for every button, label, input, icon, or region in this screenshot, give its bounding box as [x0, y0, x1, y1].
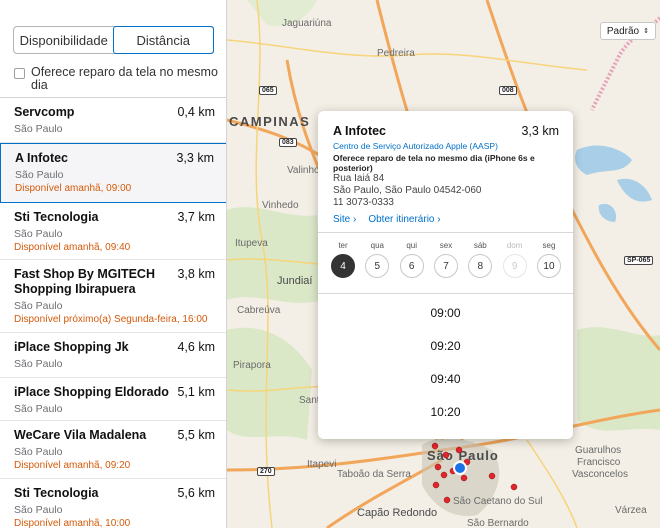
popup-city: São Paulo, São Paulo 04542-060 [333, 185, 482, 196]
store-city: São Paulo [14, 504, 63, 516]
popup-divider [318, 232, 573, 233]
store-list-item[interactable]: iPlace Shopping Eldorado 5,1 km São Paulo [0, 378, 226, 421]
same-day-repair-checkbox[interactable] [14, 68, 25, 79]
store-list-item[interactable]: WeCare Vila Madalena 5,5 km São Paulo Dis… [0, 421, 226, 479]
store-pin [510, 483, 518, 491]
day-option[interactable]: seg 10 [536, 241, 561, 278]
day-name: sáb [473, 241, 487, 250]
store-pin [442, 451, 450, 459]
day-name: qui [406, 241, 417, 250]
store-name: Fast Shop By MGITECH Shopping Ibirapuera [14, 267, 155, 296]
day-name: dom [506, 241, 523, 250]
store-pin [488, 472, 496, 480]
day-number[interactable]: 4 [331, 254, 355, 278]
day-name: sex [439, 241, 453, 250]
popup-repair-note: Oferece reparo de tela no mesmo dia (iPh… [333, 153, 535, 173]
day-number[interactable]: 5 [365, 254, 390, 278]
tab-availability[interactable]: Disponibilidade [14, 27, 114, 53]
sort-segmented-control: Disponibilidade Distância [13, 26, 214, 54]
store-list-item[interactable]: Sti Tecnologia 3,7 km São Paulo Disponíve… [0, 203, 226, 260]
store-list-item[interactable]: Sti Tecnologia 5,6 km São Paulo Disponíve… [0, 479, 226, 528]
store-distance: 5,1 km [177, 385, 215, 399]
popup-store-name: A Infotec [333, 124, 387, 138]
store-availability: Disponível amanhã, 09:00 [15, 183, 132, 194]
day-name: seg [542, 241, 556, 250]
day-number: 9 [502, 254, 527, 278]
store-pin [443, 496, 451, 504]
store-city: São Paulo [14, 403, 63, 415]
store-name: A Infotec [15, 151, 69, 165]
day-number[interactable]: 6 [399, 254, 424, 278]
store-availability: Disponível amanhã, 09:20 [14, 460, 131, 471]
popup-store-type: Centro de Serviço Autorizado Apple (AASP… [333, 141, 498, 151]
time-slot[interactable]: 09:00 [318, 296, 573, 329]
store-city: São Paulo [14, 300, 63, 312]
store-list-item[interactable]: Servcomp 0,4 km São Paulo [0, 98, 226, 143]
store-pin [431, 442, 439, 450]
store-name: WeCare Vila Madalena [14, 428, 147, 442]
store-name: Sti Tecnologia [14, 210, 99, 224]
store-pin [460, 474, 468, 482]
store-city: São Paulo [14, 358, 63, 370]
day-number[interactable]: 10 [536, 254, 561, 278]
store-city: São Paulo [14, 228, 63, 240]
map-type-select[interactable]: Padrão ⇕ [599, 22, 656, 40]
time-slot[interactable]: 09:40 [318, 362, 573, 395]
same-day-repair-label: Oferece reparo da tela no mesmo dia [31, 65, 218, 92]
store-name: iPlace Shopping Jk [14, 340, 129, 354]
store-pin [434, 463, 442, 471]
store-name: Sti Tecnologia [14, 486, 99, 500]
tab-distance[interactable]: Distância [112, 26, 214, 54]
day-option[interactable]: qua 5 [365, 241, 390, 278]
store-list-item[interactable]: Fast Shop By MGITECH Shopping Ibirapuera… [0, 260, 226, 333]
store-distance: 0,4 km [177, 105, 215, 119]
day-option[interactable]: sáb 8 [468, 241, 493, 278]
store-city: São Paulo [14, 446, 63, 458]
store-distance: 3,8 km [177, 267, 215, 281]
day-picker: ter 4 qua 5 qui 6 sex 7 sáb 8 dom 9 seg 10 [331, 241, 561, 278]
store-name: iPlace Shopping Eldorado [14, 385, 169, 399]
store-distance: 5,6 km [177, 486, 215, 500]
store-list-panel: Disponibilidade Distância Oferece reparo… [0, 0, 227, 528]
day-option[interactable]: sex 7 [433, 241, 458, 278]
day-name: ter [338, 241, 348, 250]
store-availability: Disponível amanhã, 10:00 [14, 518, 131, 528]
store-distance: 3,3 km [176, 151, 214, 165]
day-name: qua [370, 241, 384, 250]
time-slot[interactable]: 09:20 [318, 329, 573, 362]
store-availability: Disponível próximo(a) Segunda-feira, 16:… [14, 314, 208, 325]
map-type-value: Padrão [606, 25, 640, 37]
store-availability: Disponível amanhã, 09:40 [14, 242, 131, 253]
store-pin [440, 471, 448, 479]
popup-phone: 11 3073-0333 [333, 197, 394, 208]
store-name: Servcomp [14, 105, 75, 119]
directions-link[interactable]: Obter itinerário › [368, 214, 440, 225]
day-option[interactable]: ter 4 [331, 241, 355, 278]
popup-store-distance: 3,3 km [521, 124, 559, 138]
day-option-disabled: dom 9 [502, 241, 527, 278]
popup-street: Rua Iaiá 84 [333, 173, 385, 184]
store-pin [455, 446, 463, 454]
store-distance: 3,7 km [177, 210, 215, 224]
store-distance: 5,5 km [177, 428, 215, 442]
site-link[interactable]: Site › [333, 214, 356, 225]
time-slot-list: 09:00 09:20 09:40 10:20 [318, 296, 573, 428]
store-distance: 4,6 km [177, 340, 215, 354]
day-number[interactable]: 7 [433, 254, 458, 278]
current-location-dot [453, 461, 467, 475]
store-list-item-selected[interactable]: A Infotec 3,3 km São Paulo Disponível ama… [0, 143, 226, 203]
store-city: São Paulo [15, 169, 64, 181]
day-option[interactable]: qui 6 [399, 241, 424, 278]
chevron-updown-icon: ⇕ [643, 28, 649, 35]
store-city: São Paulo [14, 123, 63, 135]
store-pin [432, 481, 440, 489]
store-list-item[interactable]: iPlace Shopping Jk 4,6 km São Paulo [0, 333, 226, 378]
same-day-repair-filter[interactable]: Oferece reparo da tela no mesmo dia [14, 66, 219, 92]
store-detail-popup: A Infotec 3,3 km Centro de Serviço Autor… [318, 111, 573, 439]
time-slot[interactable]: 10:20 [318, 395, 573, 428]
popup-divider [318, 293, 573, 294]
store-list: Servcomp 0,4 km São Paulo A Infotec 3,3 km… [0, 97, 226, 528]
day-number[interactable]: 8 [468, 254, 493, 278]
